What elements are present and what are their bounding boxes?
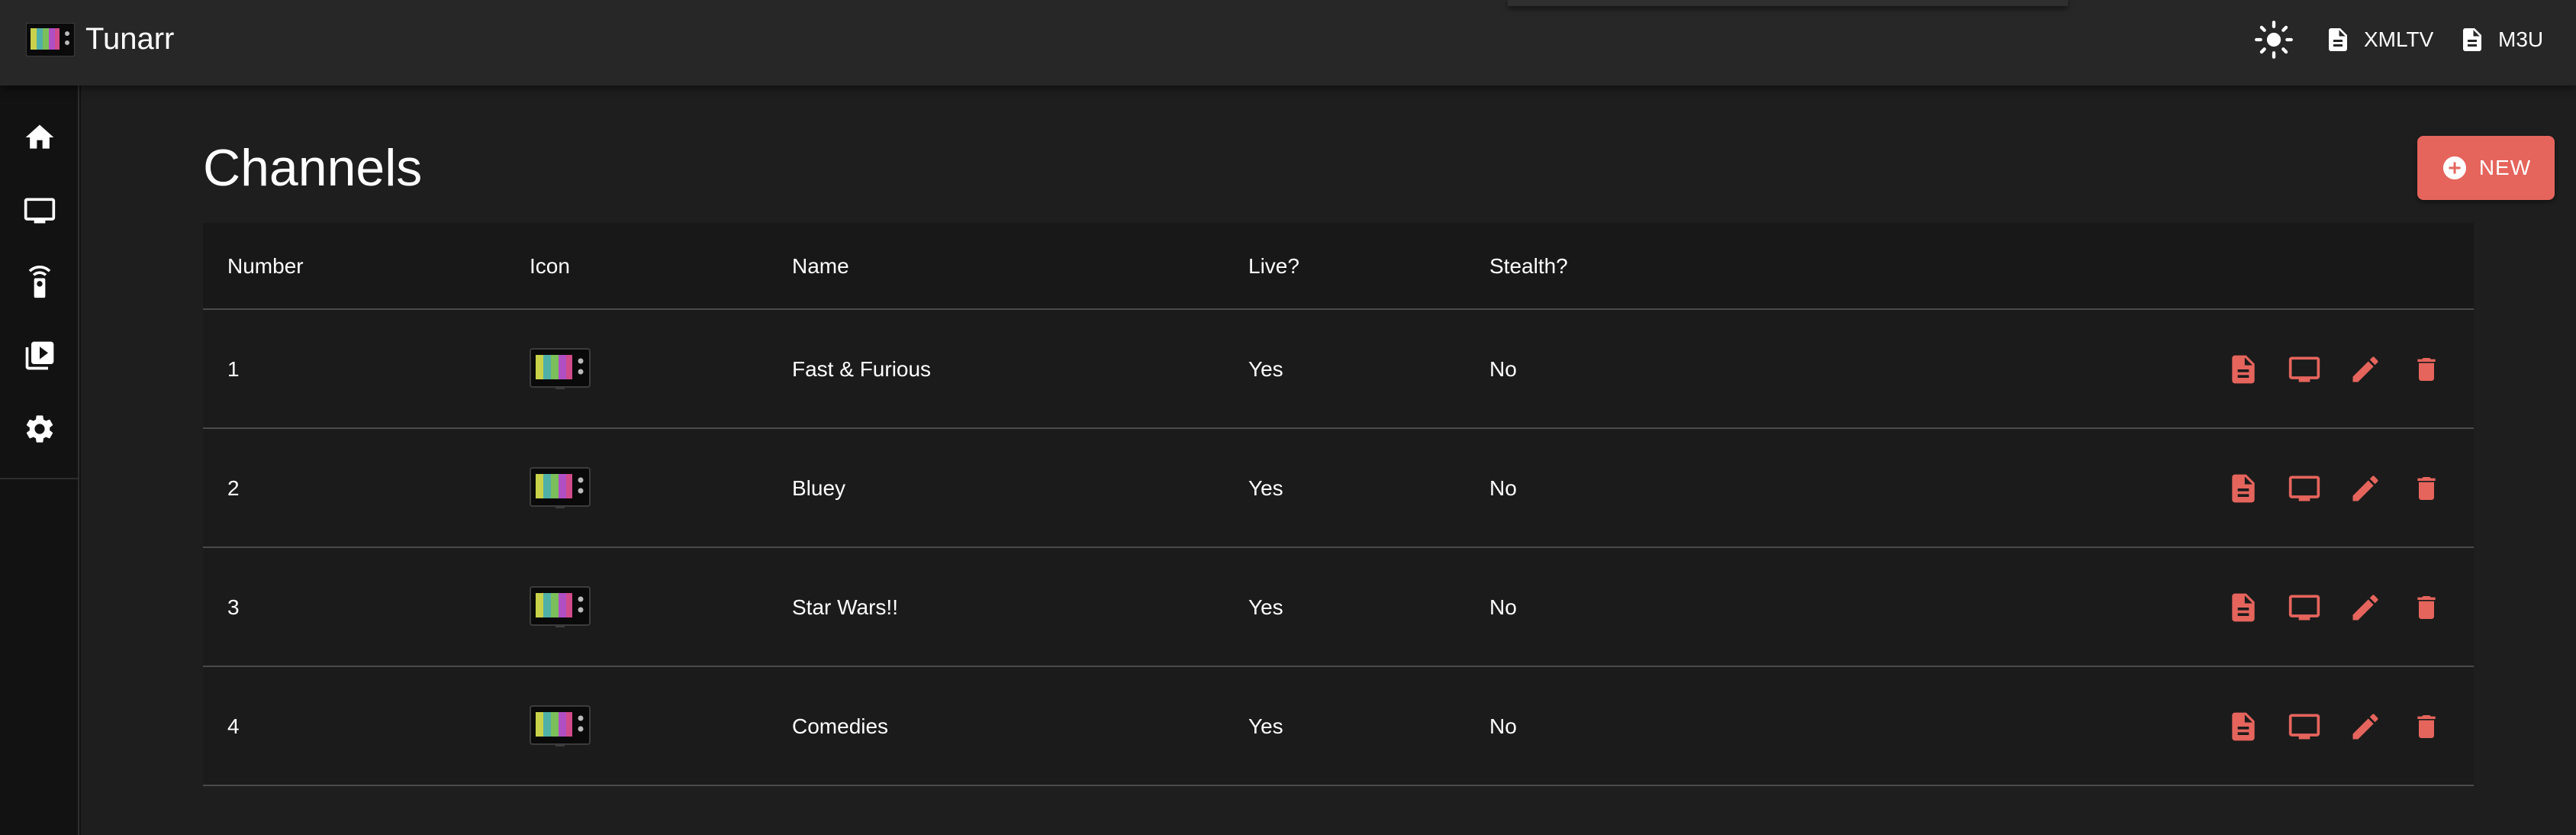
guide-icon [2232,712,2255,741]
channel-icon [530,705,591,746]
table-header: Number Icon Name Live? Stealth? [203,223,2474,310]
guide-icon [2232,474,2255,503]
channel-stealth: No [1489,357,1517,381]
delete-icon [2417,358,2436,381]
gear-icon [26,415,53,443]
row-actions [2220,704,2449,750]
remote-icon [28,266,51,298]
edit-icon [2352,595,2378,621]
sidebar-item-home[interactable] [15,113,64,162]
new-channel-button[interactable]: NEW [2417,136,2555,200]
document-icon [2463,28,2481,51]
app-title[interactable]: Tunarr [85,21,174,56]
sidebar-item-remote[interactable] [15,258,64,307]
app-bar: Tunarr XMLTV M3U [0,0,2576,85]
brightness-icon [2255,21,2293,59]
watch-button[interactable] [2281,585,2327,630]
sidebar-divider [0,478,79,479]
channel-name: Comedies [792,714,889,738]
channel-icon [530,467,591,508]
delete-icon [2417,477,2436,500]
guide-icon [2232,355,2255,384]
column-header-stealth[interactable]: Stealth? [1489,223,1568,310]
channel-number: 3 [227,595,240,619]
main-content: Channels NEW Number Icon Name Live? Stea… [81,85,2576,835]
delete-button[interactable] [2404,347,2449,392]
channel-live: Yes [1248,357,1283,381]
column-header-icon[interactable]: Icon [530,223,570,310]
channel-live: Yes [1248,595,1283,619]
edit-icon [2352,714,2378,740]
guide-button[interactable] [2220,347,2266,392]
sidebar-item-channels[interactable] [15,186,64,235]
watch-button[interactable] [2281,347,2327,392]
delete-button[interactable] [2404,466,2449,511]
delete-icon [2417,596,2436,619]
channel-live: Yes [1248,476,1283,500]
xmltv-label: XMLTV [2364,27,2434,51]
edit-icon [2352,356,2378,382]
column-header-number[interactable]: Number [227,223,304,310]
channel-stealth: No [1489,595,1517,619]
guide-button[interactable] [2220,585,2266,630]
tunarr-logo-icon[interactable] [26,23,75,56]
row-actions [2220,585,2449,630]
channel-stealth: No [1489,476,1517,500]
delete-icon [2417,715,2436,738]
row-actions [2220,466,2449,511]
channel-number: 1 [227,357,240,381]
edit-button[interactable] [2343,347,2388,392]
delete-button[interactable] [2404,704,2449,750]
sidebar [0,85,79,835]
edit-button[interactable] [2343,585,2388,630]
column-header-live[interactable]: Live? [1248,223,1299,310]
watch-tv-icon [2288,714,2320,740]
channel-number: 4 [227,714,240,738]
xmltv-button[interactable]: XMLTV [2324,20,2433,60]
channel-number: 2 [227,476,240,500]
new-button-label: NEW [2478,156,2532,179]
home-icon [25,124,54,149]
delete-button[interactable] [2404,585,2449,630]
sidebar-item-library[interactable] [15,331,64,380]
channels-table: Number Icon Name Live? Stealth? 1 Fast &… [203,223,2474,786]
table-row[interactable]: 2 Bluey Yes No [203,429,2474,548]
table-row[interactable]: 4 Comedies Yes No [203,667,2474,786]
guide-button[interactable] [2220,704,2266,750]
channel-name: Fast & Furious [792,357,932,381]
watch-button[interactable] [2281,704,2327,750]
channel-stealth: No [1489,714,1517,738]
watch-tv-icon [2288,476,2320,501]
channel-name: Bluey [792,476,846,500]
channel-live: Yes [1248,714,1283,738]
tv-icon [24,198,56,224]
row-actions [2220,347,2449,392]
channel-icon [530,586,591,627]
document-icon [2329,28,2347,51]
table-row[interactable]: 3 Star Wars!! Yes No [203,548,2474,667]
sidebar-item-settings[interactable] [15,405,64,453]
edit-button[interactable] [2343,466,2388,511]
m3u-label: M3U [2498,27,2544,51]
edit-button[interactable] [2343,704,2388,750]
m3u-button[interactable]: M3U [2458,20,2543,60]
guide-button[interactable] [2220,466,2266,511]
theme-toggle-button[interactable] [2254,20,2294,60]
page-title: Channels [203,139,423,197]
watch-tv-icon [2288,356,2320,382]
guide-icon [2232,593,2255,622]
add-circle-icon [2442,156,2466,179]
column-header-name[interactable]: Name [792,223,849,310]
channel-icon [530,348,591,389]
channel-name: Star Wars!! [792,595,898,619]
edit-icon [2352,476,2378,501]
watch-tv-icon [2288,595,2320,621]
video-library-icon [25,341,54,370]
dropdown-shadow-edge [1508,0,2068,6]
watch-button[interactable] [2281,466,2327,511]
table-row[interactable]: 1 Fast & Furious Yes No [203,310,2474,429]
